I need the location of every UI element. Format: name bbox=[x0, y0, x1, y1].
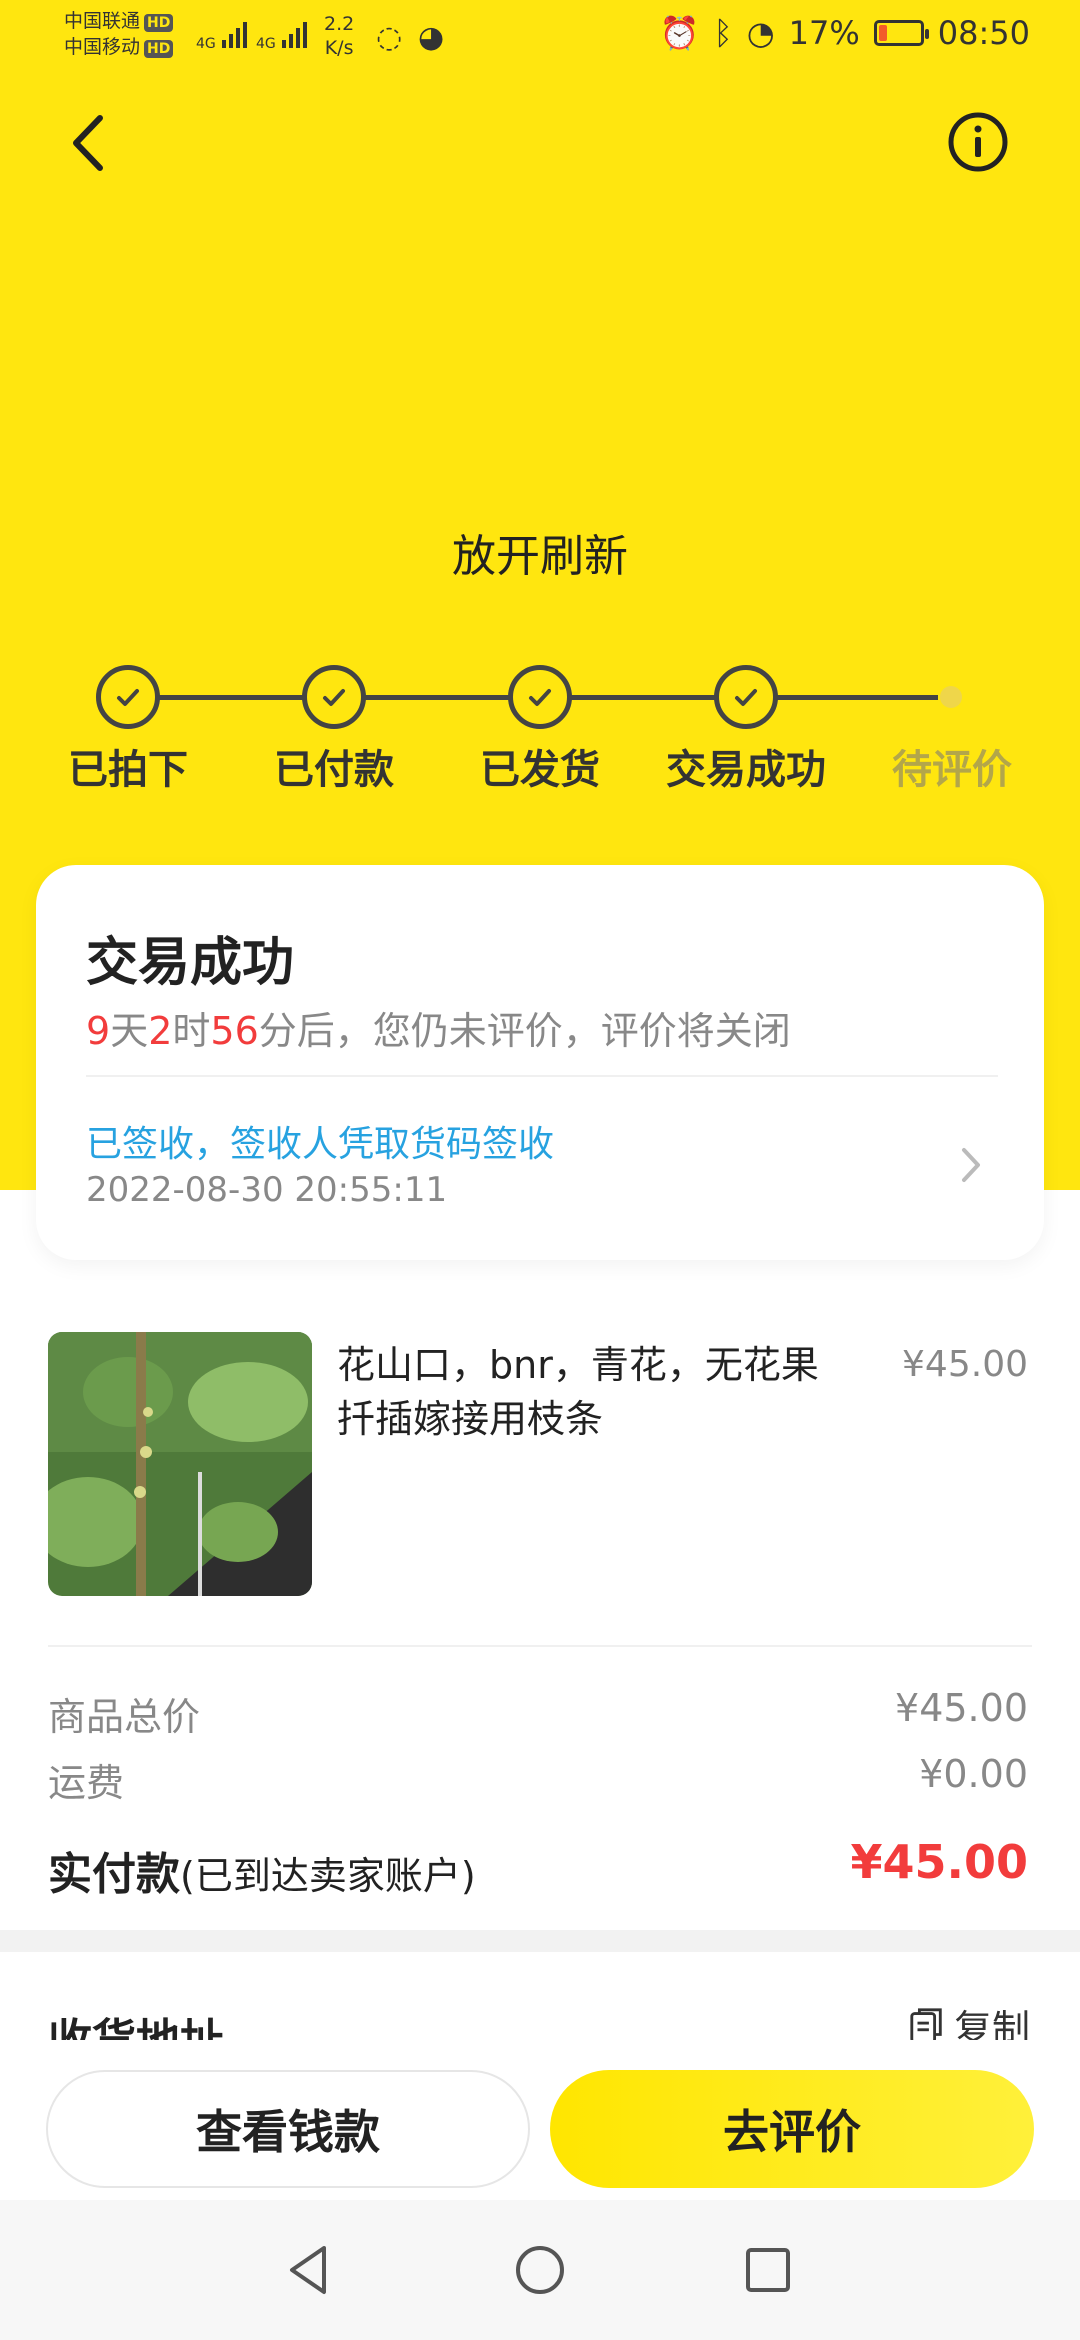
nav-back-icon[interactable] bbox=[280, 2240, 340, 2300]
step-4-check-icon bbox=[714, 665, 778, 729]
review-countdown: 9天2时56分后，您仍未评价，评价将关闭 bbox=[86, 1000, 791, 1055]
bluetooth-icon: ᛒ bbox=[713, 14, 733, 52]
hd-badge-1: HD bbox=[144, 14, 174, 32]
countdown-suffix: 分后，您仍未评价，评价将关闭 bbox=[258, 1009, 791, 1053]
paid-value: ¥45.00 bbox=[850, 1835, 1028, 1889]
net-speed-unit: K/s bbox=[324, 37, 354, 59]
logistics-status[interactable]: 已签收，签收人凭取货码签收 bbox=[86, 1115, 554, 1167]
logistics-time: 2022-08-30 20:55:11 bbox=[86, 1170, 448, 1210]
battery-icon bbox=[873, 20, 929, 46]
step-1-label: 已拍下 bbox=[68, 747, 188, 793]
paid-note: (已到达卖家账户) bbox=[180, 1854, 476, 1898]
step-4-label: 交易成功 bbox=[666, 747, 826, 793]
goods-total-value: ¥45.00 bbox=[895, 1686, 1028, 1730]
step-2-check-icon bbox=[302, 665, 366, 729]
net-speed: 2.2 K/s bbox=[324, 12, 354, 60]
chevron-left-icon bbox=[73, 115, 103, 171]
hd-badge-2: HD bbox=[144, 40, 174, 58]
divider bbox=[48, 1645, 1032, 1647]
divider bbox=[86, 1075, 998, 1077]
product-title[interactable]: 花山口，bnr，青花，无花果扦插嫁接用枝条 bbox=[337, 1338, 837, 1446]
status-bar: 中国联通 HD 中国移动 HD 4G 4G 2.2 K/s ◌ ◕ ⏰ ᛒ ◔ 17… bbox=[0, 0, 1080, 72]
step-1-check-icon bbox=[96, 665, 160, 729]
step-3-check-icon bbox=[508, 665, 572, 729]
copy-icon bbox=[910, 2008, 942, 2044]
compass-icon: ◕ bbox=[418, 20, 445, 55]
network-type-1: 4G bbox=[196, 36, 216, 52]
system-nav-bar bbox=[0, 2200, 1080, 2340]
step-5-pending-dot bbox=[940, 686, 962, 708]
product-price: ¥45.00 bbox=[902, 1344, 1028, 1385]
chevron-right-icon[interactable] bbox=[956, 1140, 986, 1190]
signal-icon-1: 4G bbox=[196, 18, 248, 52]
battery-percent: 17% bbox=[788, 14, 860, 52]
nav-home-icon[interactable] bbox=[510, 2240, 570, 2300]
status-right: ⏰ ᛒ ◔ 17% 08:50 bbox=[660, 14, 1030, 52]
info-button[interactable] bbox=[946, 110, 1010, 174]
countdown-minutes: 56 bbox=[210, 1009, 259, 1053]
nav-recents-icon[interactable] bbox=[738, 2240, 798, 2300]
paid-label: 实付款(已到达卖家账户) bbox=[48, 1838, 476, 1902]
countdown-days-unit: 天 bbox=[110, 1009, 149, 1053]
product-image[interactable] bbox=[48, 1332, 312, 1596]
speedometer-icon: ◔ bbox=[746, 14, 775, 52]
order-status-card: 交易成功 9天2时56分后，您仍未评价，评价将关闭 已签收，签收人凭取货码签收 … bbox=[36, 865, 1044, 1260]
step-2-label: 已付款 bbox=[274, 747, 394, 793]
alarm-icon: ⏰ bbox=[659, 14, 700, 52]
back-button[interactable] bbox=[60, 108, 120, 178]
carrier-1: 中国联通 bbox=[64, 10, 141, 32]
goods-total-label: 商品总价 bbox=[48, 1695, 201, 1739]
countdown-days: 9 bbox=[86, 1009, 111, 1053]
carrier-info: 中国联通 HD 中国移动 HD bbox=[64, 8, 174, 60]
clock: 08:50 bbox=[937, 14, 1030, 52]
step-3-label: 已发货 bbox=[480, 747, 600, 793]
signal-icon-2: 4G bbox=[256, 18, 308, 52]
pull-refresh-text: 放开刷新 bbox=[452, 531, 628, 582]
shipping-value: ¥0.00 bbox=[919, 1752, 1028, 1796]
section-separator bbox=[0, 1930, 1080, 1952]
view-money-button[interactable]: 查看钱款 bbox=[46, 2070, 530, 2188]
network-type-2: 4G bbox=[256, 36, 276, 52]
order-status-title: 交易成功 bbox=[86, 933, 295, 993]
sync-icon: ◌ bbox=[376, 20, 403, 55]
countdown-hours: 2 bbox=[148, 1009, 173, 1053]
net-speed-value: 2.2 bbox=[324, 13, 355, 35]
paid-label-text: 实付款 bbox=[48, 1849, 180, 1900]
countdown-hours-unit: 时 bbox=[172, 1009, 211, 1053]
step-5-label: 待评价 bbox=[892, 747, 1012, 793]
carrier-2: 中国移动 bbox=[64, 36, 141, 58]
shipping-label: 运费 bbox=[48, 1761, 125, 1805]
info-icon bbox=[948, 112, 1008, 172]
go-review-button[interactable]: 去评价 bbox=[550, 2070, 1034, 2188]
